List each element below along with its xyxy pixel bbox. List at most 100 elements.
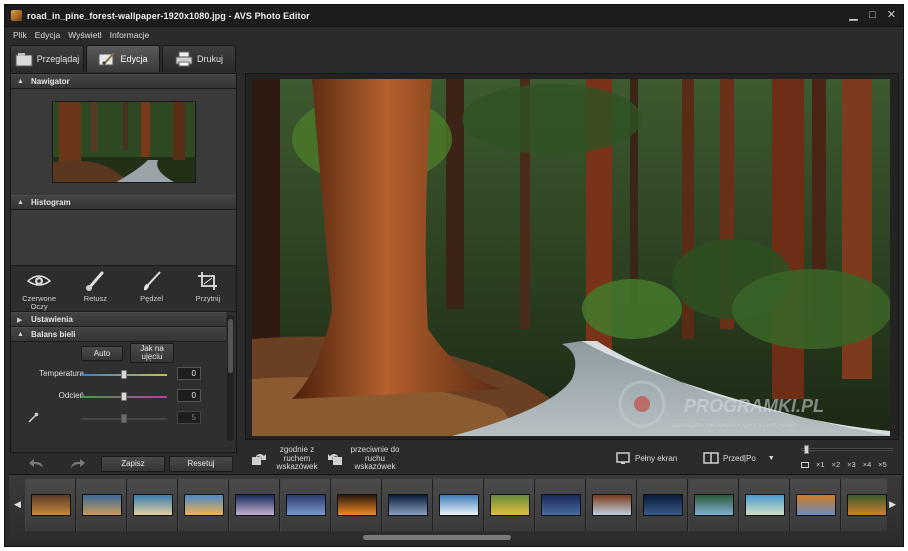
zoom-x3[interactable]: ×3 [847, 460, 856, 469]
zoom-x1[interactable]: ×1 [816, 460, 825, 469]
filmstrip-thumbnail [132, 494, 173, 516]
as-shot-button[interactable]: Jak na ujęciu [130, 343, 174, 363]
tool-crop[interactable]: Przytnij [182, 270, 234, 303]
settings-header[interactable]: ▶ Ustawienia [11, 312, 226, 327]
paint-brush-icon [143, 271, 161, 291]
white-balance-header[interactable]: ▲ Balans bieli [11, 327, 226, 342]
rotate-counterclockwise-button[interactable]: przeciwnie do ruchu wskazówek [327, 445, 403, 472]
filmstrip-item[interactable] [433, 479, 484, 531]
fullscreen-button[interactable]: Pełny ekran [615, 451, 677, 465]
filmstrip-thumbnail [846, 494, 887, 516]
filmstrip-item[interactable] [637, 479, 688, 531]
filmstrip-item[interactable] [382, 479, 433, 531]
tint-slider[interactable] [81, 392, 167, 401]
filmstrip-thumbnail [489, 494, 530, 516]
close-button[interactable]: ✕ [886, 9, 897, 21]
filmstrip-item[interactable] [688, 479, 739, 531]
eyedropper-icon[interactable] [27, 412, 39, 424]
filmstrip-scrollbar[interactable] [363, 535, 511, 540]
filmstrip: ◀ ▶ [9, 474, 901, 540]
temperature-slider[interactable] [81, 370, 167, 379]
picker-value-field: 5 [177, 411, 201, 424]
minimize-button[interactable]: ▁ [848, 9, 859, 21]
tool-red-eye[interactable]: Czerwone Oczy [13, 270, 65, 311]
save-button[interactable]: Zapisz [101, 456, 165, 472]
filmstrip-item[interactable] [586, 479, 637, 531]
navigator-header[interactable]: ▲ Nawigator [11, 74, 236, 89]
panel-scrollbar-thumb[interactable] [228, 319, 233, 373]
filmstrip-item[interactable] [739, 479, 790, 531]
menu-wyswietl[interactable]: Wyświetl [68, 30, 101, 40]
menu-bar: Plik Edycja Wyświetl Informacje [5, 27, 903, 42]
filmstrip-thumbnail [285, 494, 326, 516]
rotate-clockwise-button[interactable]: zgodnie z ruchem wskazówek [251, 445, 323, 472]
redo-icon[interactable] [68, 457, 86, 470]
picker-row: 5 [11, 408, 236, 430]
tint-slider-knob[interactable] [121, 392, 127, 401]
filmstrip-item[interactable] [280, 479, 331, 531]
temperature-slider-knob[interactable] [121, 370, 127, 379]
mode-tabs: Przeglądaj Edycja Drukuj [10, 45, 236, 73]
zoom-x5[interactable]: ×5 [878, 460, 887, 469]
histogram-header[interactable]: ▲ Histogram [11, 195, 236, 210]
filmstrip-item[interactable] [25, 479, 76, 531]
filmstrip-prev-icon[interactable]: ◀ [14, 499, 21, 510]
zoom-fit-icon[interactable] [801, 461, 809, 468]
zoom-x4[interactable]: ×4 [863, 460, 872, 469]
zoom-slider[interactable] [801, 445, 893, 454]
edit-icon [98, 52, 116, 66]
collapse-arrow-icon: ▲ [17, 331, 24, 338]
auto-button[interactable]: Auto [81, 346, 123, 361]
filmstrip-item[interactable] [127, 479, 178, 531]
menu-edycja[interactable]: Edycja [35, 30, 61, 40]
temperature-value-field[interactable]: 0 [177, 367, 201, 380]
zoom-slider-knob[interactable] [804, 445, 809, 454]
rotate-counterclockwise-icon [328, 453, 342, 465]
tool-label: Pędzel [140, 294, 164, 303]
filmstrip-item[interactable] [76, 479, 127, 531]
filmstrip-thumbnail [795, 494, 836, 516]
filmstrip-thumbnail [642, 494, 683, 516]
filmstrip-item[interactable] [841, 479, 887, 531]
filmstrip-item[interactable] [178, 479, 229, 531]
filmstrip-thumbnail [81, 494, 122, 516]
panel-scrollbar[interactable] [227, 315, 234, 441]
rotate-clockwise-label: zgodnie z ruchem wskazówek [276, 445, 318, 471]
tab-browse[interactable]: Przeglądaj [10, 45, 84, 72]
tint-value-field[interactable]: 0 [177, 389, 201, 402]
zoom-x2[interactable]: ×2 [832, 460, 841, 469]
filmstrip-next-icon[interactable]: ▶ [889, 499, 896, 510]
filmstrip-item[interactable] [790, 479, 841, 531]
navigator-thumbnail[interactable] [51, 101, 196, 183]
tool-label: Retusz [83, 294, 108, 303]
collapse-arrow-icon: ▲ [17, 199, 24, 206]
menu-plik[interactable]: Plik [13, 30, 27, 40]
navigator-title: Nawigator [31, 77, 70, 86]
retouch-brush-icon [86, 271, 104, 291]
tab-edit[interactable]: Edycja [86, 45, 160, 72]
filmstrip-thumbnail [540, 494, 581, 516]
filmstrip-item[interactable] [331, 479, 382, 531]
chevron-down-icon[interactable]: ▼ [768, 455, 775, 462]
main-photo[interactable]: PROGRAMKI.PL DARMOWE PROGRAMY, GRY, STER… [252, 79, 890, 436]
filmstrip-item[interactable] [229, 479, 280, 531]
undo-icon[interactable] [28, 457, 46, 470]
filmstrip-thumbnail [693, 494, 734, 516]
tab-print[interactable]: Drukuj [162, 45, 236, 72]
settings-title: Ustawienia [31, 315, 73, 324]
tool-retouch[interactable]: Retusz [69, 270, 121, 303]
reset-button[interactable]: Resetuj [169, 456, 233, 472]
maximize-button[interactable]: □ [867, 9, 878, 21]
filmstrip-item[interactable] [484, 479, 535, 531]
fullscreen-label: Pełny ekran [635, 453, 678, 463]
tool-brush[interactable]: Pędzel [126, 270, 178, 303]
tint-row: Odcień 0 [11, 386, 236, 408]
white-balance-buttons: Auto Jak na ujęciu [11, 342, 236, 364]
title-bar: road_in_pine_forest-wallpaper-1920x1080.… [5, 5, 903, 27]
left-panel-footer: Zapisz Resetuj [10, 452, 237, 474]
menu-informacje[interactable]: Informacje [110, 30, 150, 40]
tab-label: Przeglądaj [36, 54, 80, 64]
filmstrip-item[interactable] [535, 479, 586, 531]
before-after-button[interactable]: Przed|Po ▼ [703, 451, 775, 465]
filmstrip-thumbnail [336, 494, 377, 516]
